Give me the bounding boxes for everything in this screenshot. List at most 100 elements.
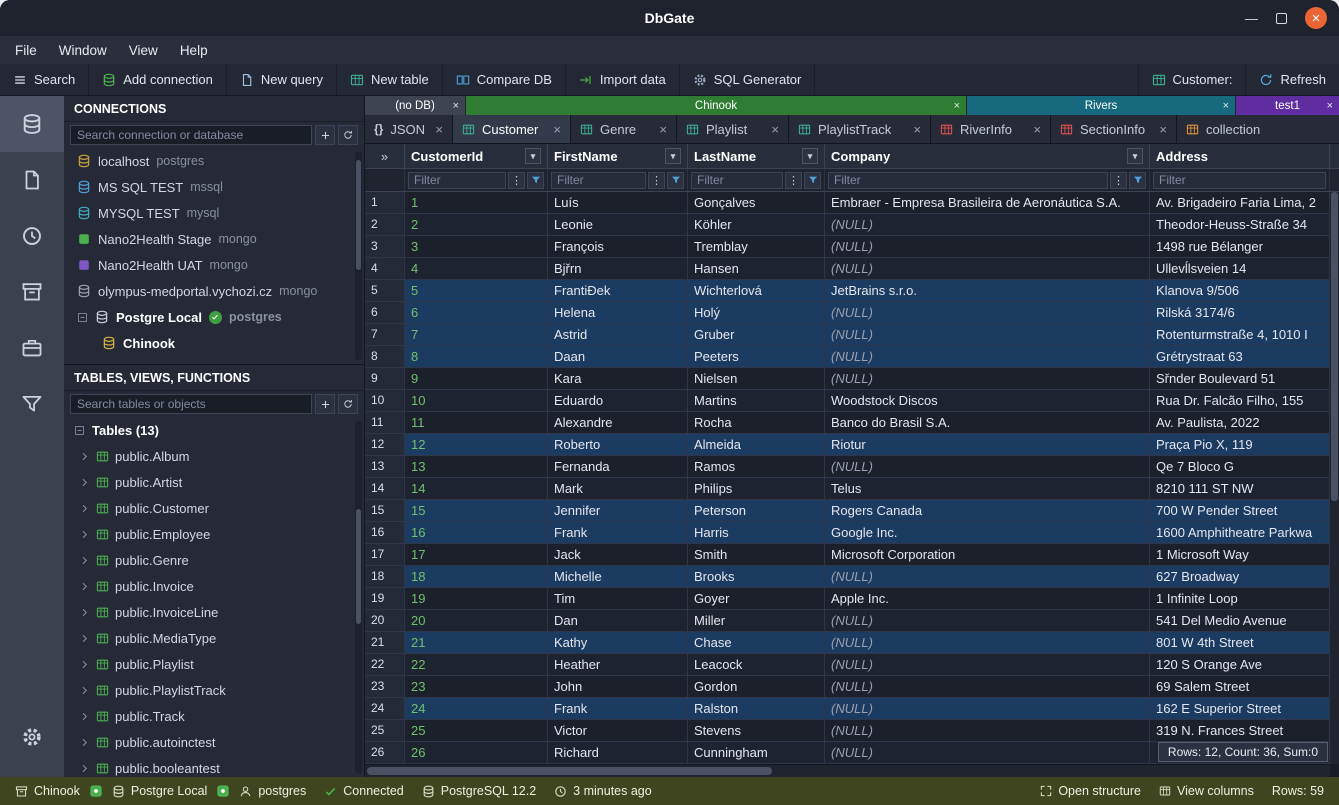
cell-company[interactable]: Banco do Brasil S.A. [825, 412, 1150, 434]
cell-company[interactable]: (NULL) [825, 456, 1150, 478]
cell-company[interactable]: Woodstock Discos [825, 390, 1150, 412]
add-connection-button[interactable] [315, 125, 335, 145]
cell-firstname[interactable]: Luís [548, 192, 688, 214]
cell-company[interactable]: (NULL) [825, 258, 1150, 280]
cell-lastname[interactable]: Nielsen [688, 368, 825, 390]
table-row-8[interactable]: 88DaanPeeters(NULL)Grétrystraat 63 [365, 346, 1339, 368]
table-item-public-booleantest[interactable]: public.booleantest [64, 755, 364, 777]
close-icon[interactable]: × [913, 122, 921, 137]
filter-menu-button[interactable]: ⋮ [1110, 172, 1127, 189]
table-row-22[interactable]: 2222HeatherLeacock(NULL)120 S Orange Ave [365, 654, 1339, 676]
connection-item-localhost[interactable]: localhostpostgres [64, 148, 364, 174]
column-dropdown-icon[interactable]: ▾ [1127, 148, 1143, 164]
table-item-public-mediatype[interactable]: public.MediaType [64, 625, 364, 651]
rail-button-archive[interactable] [0, 264, 64, 320]
table-row-15[interactable]: 1515JenniferPetersonRogers Canada700 W P… [365, 500, 1339, 522]
toolbar-button-compare-db[interactable]: Compare DB [443, 64, 566, 95]
filter-input-customerid[interactable] [408, 172, 506, 189]
cell-company[interactable]: (NULL) [825, 566, 1150, 588]
cell-firstname[interactable]: John [548, 676, 688, 698]
table-row-10[interactable]: 1010EduardoMartinsWoodstock DiscosRua Dr… [365, 390, 1339, 412]
cell-customerid[interactable]: 10 [405, 390, 548, 412]
cell-firstname[interactable]: Jennifer [548, 500, 688, 522]
cell-address[interactable]: 627 Broadway [1150, 566, 1330, 588]
cell-company[interactable]: (NULL) [825, 632, 1150, 654]
cell-customerid[interactable]: 9 [405, 368, 548, 390]
toolbar-button-customer[interactable]: Customer: [1138, 64, 1246, 95]
vertical-scrollbar[interactable] [1330, 192, 1339, 764]
cell-company[interactable]: (NULL) [825, 236, 1150, 258]
menu-file[interactable]: File [4, 40, 48, 61]
add-table-button[interactable] [315, 394, 335, 414]
cell-customerid[interactable]: 20 [405, 610, 548, 632]
table-row-12[interactable]: 1212RobertoAlmeidaRioturPraça Pio X, 119 [365, 434, 1339, 456]
column-dropdown-icon[interactable]: ▾ [665, 148, 681, 164]
cell-lastname[interactable]: Brooks [688, 566, 825, 588]
cell-firstname[interactable]: FrantiĐek [548, 280, 688, 302]
file-tab-sectioninfo[interactable]: SectionInfo× [1051, 115, 1177, 143]
connection-item-nano2health-uat[interactable]: Nano2Health UATmongo [64, 252, 364, 278]
connections-search-input[interactable] [70, 125, 312, 145]
cell-lastname[interactable]: Ralston [688, 698, 825, 720]
cell-address[interactable]: 1498 rue Bélanger [1150, 236, 1330, 258]
cell-firstname[interactable]: Eduardo [548, 390, 688, 412]
cell-company[interactable]: (NULL) [825, 720, 1150, 742]
cell-firstname[interactable]: Jack [548, 544, 688, 566]
cell-address[interactable]: Rotenturmstraße 4, 1010 I [1150, 324, 1330, 346]
table-row-21[interactable]: 2121KathyChase(NULL)801 W 4th Street [365, 632, 1339, 654]
filter-input-company[interactable] [828, 172, 1108, 189]
cell-company[interactable]: Google Inc. [825, 522, 1150, 544]
cell-address[interactable]: Theodor-Heuss-Straße 34 [1150, 214, 1330, 236]
cell-lastname[interactable]: Cunningham [688, 742, 825, 764]
cell-lastname[interactable]: Ramos [688, 456, 825, 478]
cell-lastname[interactable]: Stevens [688, 720, 825, 742]
cell-address[interactable]: 801 W 4th Street [1150, 632, 1330, 654]
table-row-5[interactable]: 55FrantiĐekWichterlováJetBrains s.r.o.Kl… [365, 280, 1339, 302]
table-item-public-invoiceline[interactable]: public.InvoiceLine [64, 599, 364, 625]
cell-firstname[interactable]: Bjřrn [548, 258, 688, 280]
db-tab-no-db[interactable]: (no DB)× [365, 96, 465, 115]
rail-button-database[interactable] [0, 96, 64, 152]
filter-input-firstname[interactable] [551, 172, 646, 189]
table-item-public-invoice[interactable]: public.Invoice [64, 573, 364, 599]
collapse-icon[interactable] [74, 425, 85, 436]
cell-lastname[interactable]: Almeida [688, 434, 825, 456]
file-tab-riverinfo[interactable]: RiverInfo× [931, 115, 1051, 143]
cell-firstname[interactable]: Victor [548, 720, 688, 742]
table-row-3[interactable]: 33FrançoisTremblay(NULL)1498 rue Bélange… [365, 236, 1339, 258]
cell-lastname[interactable]: Peeters [688, 346, 825, 368]
cell-firstname[interactable]: Mark [548, 478, 688, 500]
file-tab-customer[interactable]: Customer× [453, 115, 571, 143]
column-header-lastname[interactable]: LastName▾ [688, 144, 825, 168]
cell-lastname[interactable]: Tremblay [688, 236, 825, 258]
filter-menu-button[interactable]: ⋮ [785, 172, 802, 189]
connections-scrollbar[interactable] [355, 152, 362, 360]
cell-customerid[interactable]: 1 [405, 192, 548, 214]
column-header-customerid[interactable]: CustomerId▾ [405, 144, 548, 168]
table-row-2[interactable]: 22LeonieKöhler(NULL)Theodor-Heuss-Straße… [365, 214, 1339, 236]
close-icon[interactable]: × [771, 122, 779, 137]
cell-customerid[interactable]: 3 [405, 236, 548, 258]
close-icon[interactable]: × [435, 122, 443, 137]
cell-lastname[interactable]: Wichterlová [688, 280, 825, 302]
cell-company[interactable]: (NULL) [825, 610, 1150, 632]
db-tab-chinook[interactable]: Chinook× [466, 96, 966, 115]
cell-firstname[interactable]: Helena [548, 302, 688, 324]
cell-company[interactable]: Rogers Canada [825, 500, 1150, 522]
cell-customerid[interactable]: 8 [405, 346, 548, 368]
toolbar-button-add-connection[interactable]: Add connection [89, 64, 227, 95]
cell-firstname[interactable]: Dan [548, 610, 688, 632]
db-tab-rivers[interactable]: Rivers× [967, 96, 1235, 115]
cell-address[interactable]: 1600 Amphitheatre Parkwa [1150, 522, 1330, 544]
cell-address[interactable]: 700 W Pender Street [1150, 500, 1330, 522]
toolbar-button-new-table[interactable]: New table [337, 64, 443, 95]
cell-company[interactable]: (NULL) [825, 368, 1150, 390]
connection-item-postgre-local[interactable]: Postgre Localpostgres [64, 304, 364, 330]
cell-firstname[interactable]: Daan [548, 346, 688, 368]
filter-funnel-button[interactable] [1129, 172, 1146, 189]
open-structure-button[interactable]: Open structure [1031, 784, 1150, 798]
table-item-public-employee[interactable]: public.Employee [64, 521, 364, 547]
table-row-6[interactable]: 66HelenaHolý(NULL)Rilská 3174/6 [365, 302, 1339, 324]
table-row-18[interactable]: 1818MichelleBrooks(NULL)627 Broadway [365, 566, 1339, 588]
cell-customerid[interactable]: 4 [405, 258, 548, 280]
